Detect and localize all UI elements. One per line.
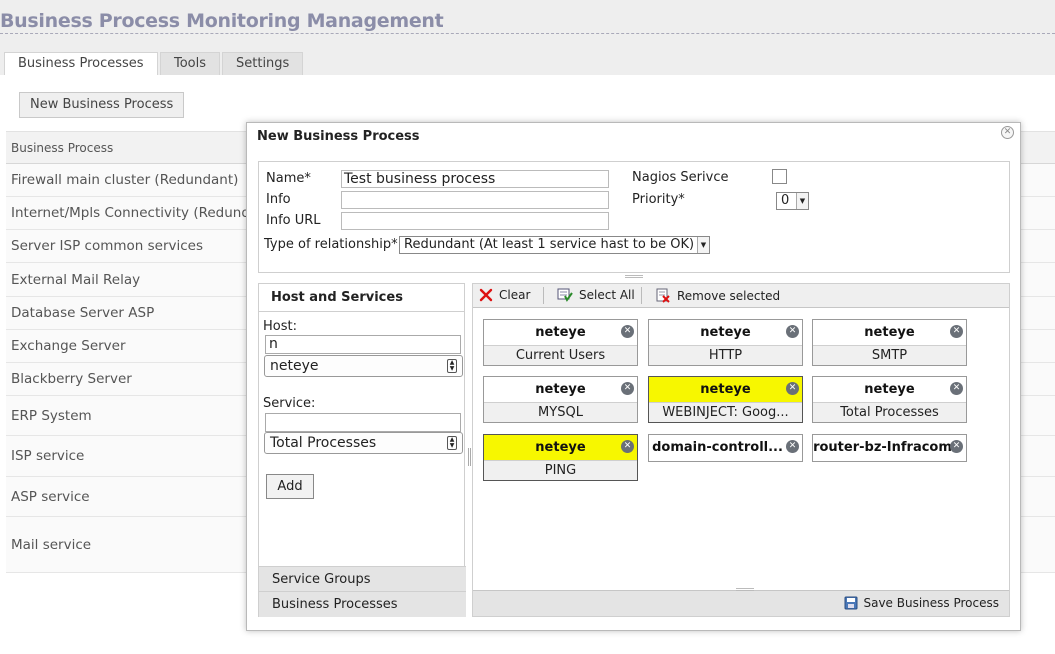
service-cards: neteye Current Users ✕ neteye HTTP ✕ net…	[473, 309, 1009, 589]
card-service: Total Processes	[813, 402, 966, 422]
form-panel: Name* Test business process Info Info UR…	[258, 161, 1010, 273]
priority-select[interactable]: 0 ▼	[776, 192, 809, 210]
card-host: neteye	[484, 377, 637, 402]
service-card[interactable]: neteye SMTP ✕	[812, 319, 967, 366]
page-title: Business Process Monitoring Management	[0, 10, 444, 32]
nagios-service-label: Nagios Serivce	[632, 170, 729, 185]
priority-value: 0	[781, 193, 790, 208]
card-host: neteye	[649, 320, 802, 345]
service-select-value: Total Processes	[270, 435, 377, 451]
select-all-button[interactable]: Select All	[557, 288, 635, 302]
remove-card-icon[interactable]: ✕	[950, 440, 963, 453]
horizontal-splitter[interactable]	[625, 275, 643, 278]
card-host: neteye	[484, 320, 637, 345]
save-label: Save Business Process	[863, 596, 999, 610]
save-icon	[844, 596, 858, 610]
name-label: Name*	[266, 171, 311, 186]
service-card[interactable]: neteye MYSQL ✕	[483, 376, 638, 423]
save-bar: Save Business Process	[473, 590, 1009, 616]
card-service: SMTP	[813, 345, 966, 365]
save-business-process-button[interactable]: Save Business Process	[844, 596, 999, 610]
title-divider	[0, 33, 1055, 34]
service-card[interactable]: neteye Total Processes ✕	[812, 376, 967, 423]
clear-label: Clear	[499, 288, 531, 302]
clear-button[interactable]: Clear	[479, 288, 530, 302]
card-host: neteye	[484, 435, 637, 460]
updown-arrows-icon: ▲ ▼	[447, 359, 457, 373]
service-card-warning[interactable]: neteye WEBINJECT: Goog... ✕	[648, 376, 803, 423]
host-services-title[interactable]: Host and Services	[259, 284, 464, 312]
remove-card-icon[interactable]: ✕	[950, 382, 963, 395]
card-host: neteye	[813, 320, 966, 345]
service-filter-input[interactable]	[265, 413, 461, 432]
host-select-value: neteye	[270, 358, 319, 374]
selected-services-panel: Clear Select All Remove selected neteye …	[472, 283, 1010, 617]
card-host: router-bz-Infracom	[813, 435, 966, 460]
remove-selected-label: Remove selected	[677, 288, 781, 303]
new-business-process-dialog: New Business Process ✕ Name* Test busine…	[246, 122, 1021, 631]
card-host: domain-controll...	[649, 435, 802, 460]
service-label: Service:	[263, 396, 316, 411]
card-service: HTTP	[649, 345, 802, 365]
chevron-down-icon: ▼	[697, 237, 709, 253]
remove-card-icon[interactable]: ✕	[621, 382, 634, 395]
tab-tools[interactable]: Tools	[160, 52, 221, 75]
relationship-select[interactable]: Redundant (At least 1 service hast to be…	[399, 236, 710, 254]
remove-selected-button[interactable]: Remove selected	[656, 288, 780, 303]
service-card-warning[interactable]: neteye PING ✕	[483, 434, 638, 481]
service-select[interactable]: Total Processes ▲ ▼	[264, 432, 463, 454]
remove-card-icon[interactable]: ✕	[950, 325, 963, 338]
add-button[interactable]: Add	[266, 474, 314, 499]
info-url-input[interactable]	[341, 212, 609, 230]
priority-label: Priority*	[632, 192, 685, 207]
business-processes-tab[interactable]: Business Processes	[259, 591, 466, 617]
services-toolbar: Clear Select All Remove selected	[473, 284, 1009, 308]
name-input[interactable]: Test business process	[341, 170, 609, 188]
remove-card-icon[interactable]: ✕	[621, 325, 634, 338]
info-url-label: Info URL	[266, 213, 321, 228]
vertical-splitter[interactable]	[468, 448, 471, 466]
new-business-process-button[interactable]: New Business Process	[19, 92, 185, 118]
clear-icon	[479, 288, 493, 302]
card-service: PING	[484, 460, 637, 480]
close-icon[interactable]: ✕	[1001, 126, 1014, 139]
toolbar-divider	[543, 287, 544, 304]
tab-settings[interactable]: Settings	[222, 52, 304, 75]
info-label: Info	[266, 192, 291, 207]
service-card[interactable]: neteye Current Users ✕	[483, 319, 638, 366]
remove-card-icon[interactable]: ✕	[786, 325, 799, 338]
relationship-label: Type of relationship*	[264, 237, 398, 252]
host-label: Host:	[263, 319, 297, 334]
nagios-service-checkbox[interactable]	[772, 169, 787, 184]
card-service: WEBINJECT: Goog...	[649, 402, 802, 422]
chevron-down-icon: ▼	[796, 193, 808, 209]
host-card[interactable]: router-bz-Infracom ✕	[812, 434, 967, 462]
dialog-title: New Business Process	[257, 129, 420, 144]
remove-card-icon[interactable]: ✕	[786, 382, 799, 395]
card-host: neteye	[813, 377, 966, 402]
updown-arrows-icon: ▲ ▼	[447, 436, 457, 450]
card-service: Current Users	[484, 345, 637, 365]
select-all-label: Select All	[579, 288, 635, 302]
host-select[interactable]: neteye ▲ ▼	[264, 355, 463, 377]
relationship-value: Redundant (At least 1 service hast to be…	[404, 237, 695, 252]
service-card[interactable]: neteye HTTP ✕	[648, 319, 803, 366]
bottom-splitter[interactable]	[736, 588, 754, 591]
select-all-icon	[557, 288, 573, 302]
card-service: MYSQL	[484, 402, 637, 422]
service-groups-tab[interactable]: Service Groups	[259, 566, 466, 592]
remove-selected-icon	[656, 288, 670, 303]
tab-business-processes[interactable]: Business Processes	[4, 52, 158, 75]
toolbar-divider	[641, 287, 642, 304]
card-host: neteye	[649, 377, 802, 402]
info-input[interactable]	[341, 191, 609, 209]
host-card[interactable]: domain-controll... ✕	[648, 434, 803, 462]
host-services-panel: Host and Services Host: n neteye ▲ ▼ Serv…	[258, 283, 466, 617]
remove-card-icon[interactable]: ✕	[786, 440, 799, 453]
host-filter-input[interactable]: n	[265, 335, 461, 354]
remove-card-icon[interactable]: ✕	[621, 440, 634, 453]
